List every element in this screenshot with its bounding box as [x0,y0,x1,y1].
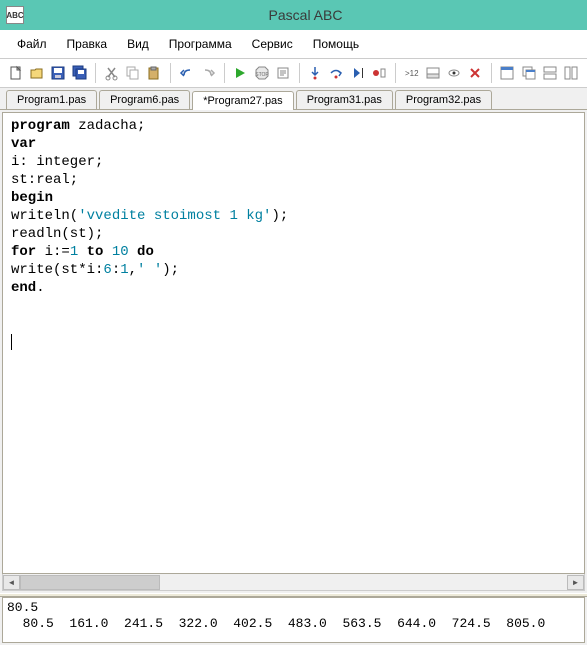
new-file-button[interactable] [6,62,25,84]
svg-text:>123: >123 [405,69,419,78]
code-text: ); [271,208,288,224]
redo-button[interactable] [198,62,217,84]
code-text: i:= [36,244,70,260]
step-over-button[interactable] [327,62,346,84]
window-split-h-button[interactable] [540,62,559,84]
code-editor[interactable]: program zadacha; var i: integer; st:real… [2,112,585,574]
code-keyword: do [129,244,154,260]
window-tile-button[interactable] [498,62,517,84]
output-line: 80.5 161.0 241.5 322.0 402.5 483.0 563.5… [7,616,545,631]
editor-area: program zadacha; var i: integer; st:real… [0,110,587,593]
code-keyword: to [78,244,112,260]
toolbar-separator [224,63,225,83]
code-keyword: for [11,244,36,260]
watch-button[interactable]: >123 [402,62,421,84]
svg-text:STOP: STOP [255,72,269,78]
run-button[interactable] [231,62,250,84]
code-string: 'vvedite stoimost 1 kg' [78,208,271,224]
code-number: 1 [120,262,128,278]
stop-button[interactable]: STOP [252,62,271,84]
compile-button[interactable] [273,62,292,84]
save-all-button[interactable] [70,62,89,84]
code-text: st:real; [11,172,78,188]
code-text: i: integer; [11,154,103,170]
tab-program31[interactable]: Program31.pas [296,90,393,109]
scroll-thumb[interactable] [20,575,160,590]
titlebar: ABC Pascal ABC [0,0,587,30]
app-icon: ABC [6,6,24,24]
text-cursor [11,334,12,350]
paste-button[interactable] [145,62,164,84]
window-title: Pascal ABC [30,7,581,23]
menubar: Файл Правка Вид Программа Сервис Помощь [0,30,587,59]
menu-view[interactable]: Вид [118,34,158,54]
breakpoint-button[interactable] [369,62,388,84]
run-to-cursor-button[interactable] [348,62,367,84]
code-keyword: begin [11,190,53,206]
open-file-button[interactable] [27,62,46,84]
code-keyword: program [11,118,70,134]
code-string: ' ' [137,262,162,278]
scroll-left-button[interactable]: ◄ [3,575,20,590]
horizontal-scrollbar[interactable]: ◄ ► [2,574,585,591]
toolbar-separator [491,63,492,83]
scroll-right-button[interactable]: ► [567,575,584,590]
toolbar-separator [395,63,396,83]
code-text: , [129,262,137,278]
code-text: . [36,280,44,296]
tab-program6[interactable]: Program6.pas [99,90,190,109]
toolbar-separator [170,63,171,83]
save-button[interactable] [49,62,68,84]
close-output-button[interactable] [466,62,485,84]
undo-button[interactable] [177,62,196,84]
code-number: 10 [112,244,129,260]
code-keyword: var [11,136,36,152]
code-number: 6 [103,262,111,278]
code-text: write(st*i: [11,262,103,278]
menu-edit[interactable]: Правка [58,34,117,54]
cut-button[interactable] [102,62,121,84]
tab-program27[interactable]: *Program27.pas [192,91,294,110]
code-text: readln(st); [11,226,103,242]
code-text: ); [162,262,179,278]
menu-service[interactable]: Сервис [243,34,302,54]
step-into-button[interactable] [305,62,324,84]
scroll-track[interactable] [20,575,567,590]
output-line: 80.5 [7,600,38,615]
window-split-v-button[interactable] [562,62,581,84]
menu-program[interactable]: Программа [160,34,241,54]
editor-tabs: Program1.pas Program6.pas *Program27.pas… [0,88,587,110]
tab-program1[interactable]: Program1.pas [6,90,97,109]
code-text: : [112,262,120,278]
code-text: zadacha; [70,118,146,134]
eval-expr-button[interactable] [444,62,463,84]
window-cascade-button[interactable] [519,62,538,84]
tab-program32[interactable]: Program32.pas [395,90,492,109]
menu-file[interactable]: Файл [8,34,56,54]
output-panel[interactable]: 80.5 80.5 161.0 241.5 322.0 402.5 483.0 … [2,597,585,643]
toolbar-separator [299,63,300,83]
copy-button[interactable] [124,62,143,84]
code-keyword: end [11,280,36,296]
toolbar-separator [95,63,96,83]
toggle-output-button[interactable] [423,62,442,84]
toolbar: STOP >123 [0,59,587,88]
menu-help[interactable]: Помощь [304,34,368,54]
code-number: 1 [70,244,78,260]
code-text: writeln( [11,208,78,224]
